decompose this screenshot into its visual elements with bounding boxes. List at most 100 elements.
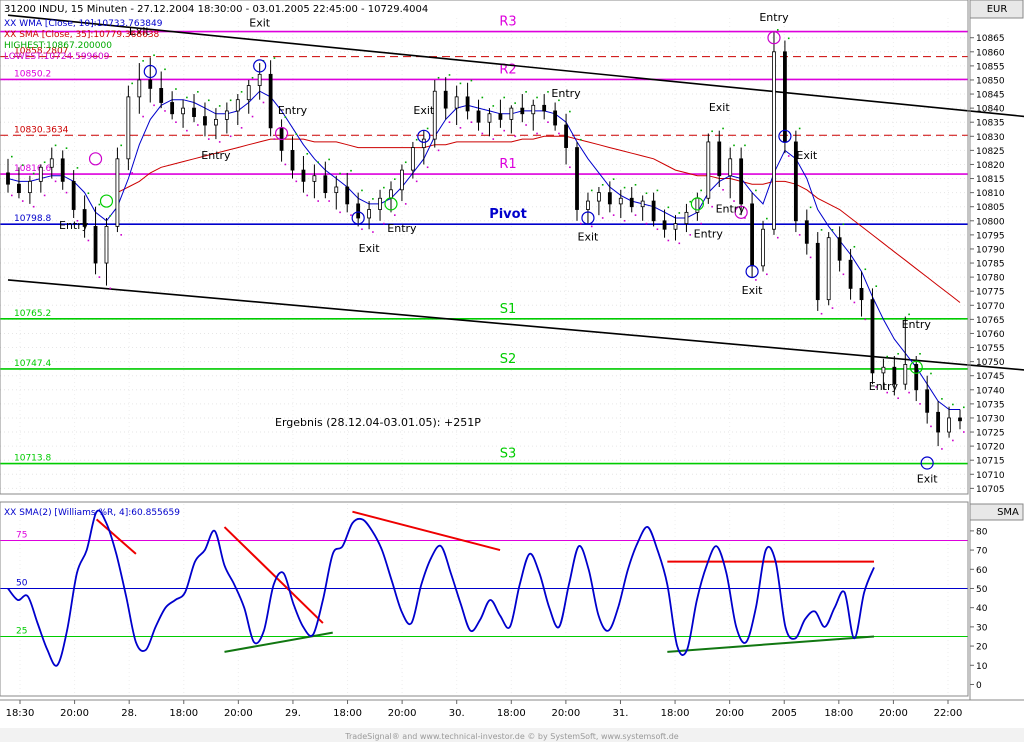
candle-body xyxy=(400,169,404,191)
candle-body xyxy=(224,110,229,120)
time-tick-label: 20:00 xyxy=(551,708,580,719)
lowest-marker xyxy=(766,273,768,276)
lowest-marker xyxy=(711,205,713,208)
lowest-marker xyxy=(514,135,516,138)
level-name-label: S1 xyxy=(500,302,517,317)
highest-marker xyxy=(601,183,604,186)
highest-marker xyxy=(744,144,746,147)
highest-marker xyxy=(853,245,856,248)
lowest-marker xyxy=(820,312,823,315)
highest-marker xyxy=(820,229,823,231)
price-tick-label: 10760 xyxy=(976,330,1005,340)
highest-marker xyxy=(372,198,374,200)
lowest-marker xyxy=(536,132,538,135)
lowest-marker xyxy=(787,155,790,157)
highest-marker xyxy=(798,127,801,130)
lowest-marker xyxy=(262,101,265,104)
time-tick-label: 20:00 xyxy=(715,708,744,719)
price-tick-label: 10745 xyxy=(976,372,1005,382)
price-tick-label: 10740 xyxy=(976,386,1005,396)
candle-body xyxy=(586,200,590,210)
candle-body xyxy=(629,197,634,208)
highest-marker xyxy=(153,54,155,57)
highest-marker xyxy=(131,82,133,85)
lowest-marker xyxy=(459,127,462,129)
candle-body xyxy=(958,417,962,422)
price-tick-label: 10785 xyxy=(976,260,1005,270)
level-value-label: 10798.8 xyxy=(14,214,51,224)
highest-marker xyxy=(645,192,648,195)
chart-window: R3 10850.2 R2 10830.3634 10858.2807 10816.6 R1… xyxy=(0,0,1024,742)
candle-body xyxy=(246,85,251,101)
highest-marker xyxy=(361,189,363,192)
highest-marker xyxy=(930,372,932,375)
time-tick-label: 28. xyxy=(121,708,137,719)
lowest-marker xyxy=(919,403,921,405)
highest-marker xyxy=(634,183,637,186)
candle-body xyxy=(49,158,54,168)
lowest-marker xyxy=(142,115,144,118)
lowest-marker xyxy=(941,448,943,450)
lowest-marker xyxy=(350,214,352,216)
lowest-marker xyxy=(437,149,440,152)
candle-body xyxy=(739,158,744,205)
signal-annotation-exit: Exit xyxy=(742,284,764,297)
candle-body xyxy=(651,200,656,222)
time-tick-label: 31. xyxy=(613,708,629,719)
highest-marker xyxy=(328,158,330,161)
lowest-marker xyxy=(131,172,133,174)
highest-marker xyxy=(612,178,615,180)
highest-marker xyxy=(886,355,889,358)
indicator-tick-label: 80 xyxy=(976,527,988,537)
lowest-marker xyxy=(295,180,298,183)
highest-marker xyxy=(120,144,123,147)
lowest-marker xyxy=(634,214,637,216)
highest-marker xyxy=(941,398,943,400)
candle-body xyxy=(214,118,218,126)
indicator-tick-label: 70 xyxy=(976,547,988,557)
time-tick-label: 29. xyxy=(285,708,301,719)
candle-body xyxy=(607,192,612,205)
lowest-marker xyxy=(87,239,90,242)
candle-body xyxy=(181,107,185,115)
price-tick-label: 10750 xyxy=(976,358,1005,368)
highest-marker xyxy=(536,96,538,99)
highest-marker xyxy=(295,133,298,135)
candle-body xyxy=(914,364,919,391)
candle-body xyxy=(870,299,875,374)
candle-body xyxy=(837,237,842,261)
highest-marker xyxy=(393,178,396,180)
highest-marker xyxy=(65,147,68,149)
candle-body xyxy=(312,175,317,182)
level-name-label: R1 xyxy=(499,157,516,172)
lowest-marker xyxy=(328,200,330,202)
candle-body xyxy=(498,113,503,120)
highest-marker xyxy=(809,206,812,209)
time-tick-label: 20:00 xyxy=(60,708,89,719)
price-tick-label: 10840 xyxy=(976,105,1005,115)
candle-body xyxy=(662,220,667,230)
candle-body xyxy=(465,96,470,112)
candle-body xyxy=(257,73,262,86)
time-tick-label: 18:30 xyxy=(6,708,35,719)
candle-body xyxy=(159,88,164,103)
highest-marker xyxy=(514,102,516,104)
lowest-marker xyxy=(908,391,910,394)
candle-body xyxy=(104,226,109,264)
highest-marker xyxy=(766,217,768,220)
lowest-marker xyxy=(251,115,254,118)
highest-marker xyxy=(339,172,341,175)
highest-marker xyxy=(306,153,309,155)
lowest-marker xyxy=(240,127,243,129)
lowest-marker xyxy=(623,219,626,222)
price-tick-label: 10825 xyxy=(976,147,1005,157)
lowest-marker xyxy=(43,194,46,197)
indicator-tick-label: 30 xyxy=(976,623,988,633)
highest-marker xyxy=(590,189,593,192)
signal-annotation-exit: Exit xyxy=(709,101,731,114)
signal-annotation-exit: Exit xyxy=(249,16,271,29)
candle-body xyxy=(71,180,76,210)
lowest-marker xyxy=(404,203,407,205)
indicator-tick-label: 60 xyxy=(976,566,988,576)
highest-marker xyxy=(722,127,724,130)
